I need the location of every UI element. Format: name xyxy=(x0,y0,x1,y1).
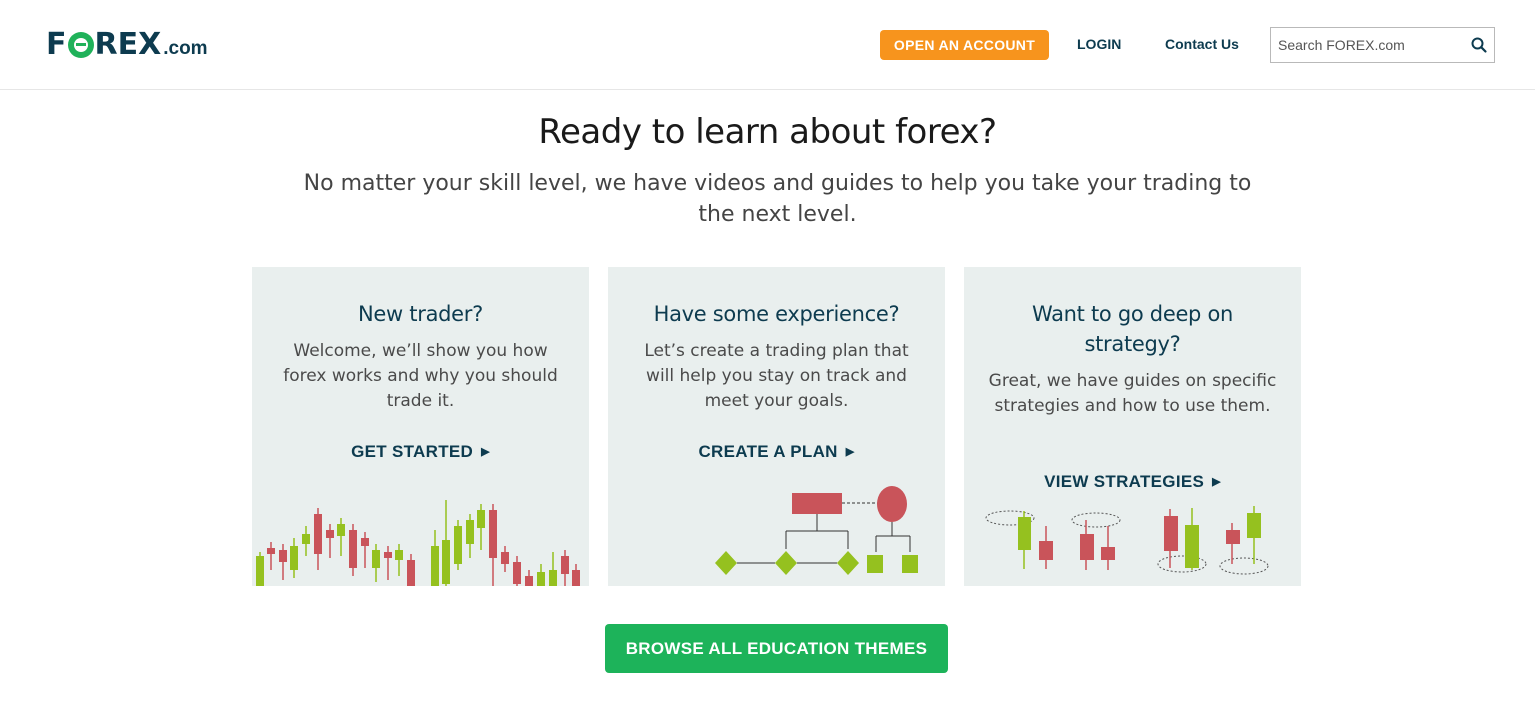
candle-body xyxy=(513,562,521,584)
open-account-button[interactable]: OPEN AN ACCOUNT xyxy=(880,30,1049,60)
view-strategies-link[interactable]: VIEW STRATEGIES ▶ xyxy=(964,472,1301,492)
contact-us-link[interactable]: Contact Us xyxy=(1165,36,1239,52)
page-title: Ready to learn about forex? xyxy=(538,112,997,152)
browse-all-education-themes-button[interactable]: BROWSE ALL EDUCATION THEMES xyxy=(605,624,948,673)
candle-body xyxy=(537,572,545,586)
candle-body xyxy=(525,576,533,586)
flowchart-illustration xyxy=(715,486,918,575)
candle-body xyxy=(454,526,462,564)
card-deep-strategy: Want to go deep on strategy? Great, we h… xyxy=(964,267,1301,586)
candle-body xyxy=(290,546,298,570)
candle-body xyxy=(561,556,569,574)
candle-body xyxy=(431,546,439,586)
candle-body xyxy=(337,524,345,536)
card-title: Want to go deep on strategy? xyxy=(1031,302,1234,356)
candle-body xyxy=(407,560,415,586)
candle-body xyxy=(267,548,275,554)
open-account-label: OPEN AN ACCOUNT xyxy=(893,37,1036,53)
play-arrow-icon: ▶ xyxy=(1212,476,1221,488)
candle-body xyxy=(279,550,287,562)
candle-body xyxy=(572,570,580,586)
card-title: New trader? xyxy=(358,302,483,326)
card-new-trader: New trader? Welcome, we’ll show you how … xyxy=(252,267,589,586)
site-header: F REX .com OPEN AN ACCOUNT LOGIN Contact… xyxy=(0,0,1535,90)
browse-all-label: BROWSE ALL EDUCATION THEMES xyxy=(625,638,928,658)
candle-body xyxy=(442,540,450,584)
logo-letters-rex: REX xyxy=(94,27,162,62)
candle-body xyxy=(326,530,334,538)
page-subtitle: No matter your skill level, we have vide… xyxy=(303,171,1252,227)
forex-logo[interactable]: F REX .com xyxy=(46,27,208,63)
get-started-link[interactable]: GET STARTED ▶ xyxy=(252,442,589,462)
card-title: Have some experience? xyxy=(653,302,900,326)
card-some-experience: Have some experience? Let’s create a tra… xyxy=(608,267,945,586)
candle-body xyxy=(395,550,403,560)
candle-body xyxy=(302,534,310,544)
logo-wordmark: F REX xyxy=(46,27,161,63)
logo-o-icon xyxy=(67,32,94,58)
candle-body xyxy=(256,556,264,586)
card-description: Great, we have guides on specific strate… xyxy=(988,371,1277,416)
candle-body xyxy=(361,538,369,546)
search-icon[interactable] xyxy=(1470,36,1488,54)
search-input[interactable] xyxy=(1271,28,1461,62)
candle-body xyxy=(489,510,497,558)
candle-body xyxy=(501,552,509,564)
logo-letter-f: F xyxy=(46,27,67,62)
candle-body xyxy=(372,550,380,568)
card-description: Let’s create a trading plan that will he… xyxy=(644,341,909,411)
card-description: Welcome, we’ll show you how forex works … xyxy=(283,341,558,411)
candle-body xyxy=(477,510,485,528)
create-a-plan-label: CREATE A PLAN xyxy=(698,442,838,461)
candle-body xyxy=(314,514,322,554)
view-strategies-label: VIEW STRATEGIES xyxy=(1044,472,1205,491)
candlestick-patterns-illustration xyxy=(985,506,1269,575)
candle-body xyxy=(549,570,557,586)
candle-body xyxy=(466,520,474,544)
search-box xyxy=(1270,27,1495,63)
candle-body xyxy=(384,552,392,558)
get-started-label: GET STARTED xyxy=(351,442,474,461)
play-arrow-icon: ▶ xyxy=(845,446,855,458)
candlestick-chart-illustration xyxy=(256,500,580,586)
play-arrow-icon: ▶ xyxy=(481,446,490,458)
create-a-plan-link[interactable]: CREATE A PLAN ▶ xyxy=(608,442,945,462)
login-link[interactable]: LOGIN xyxy=(1077,36,1121,52)
candle-body xyxy=(349,530,357,568)
logo-domain-suffix: .com xyxy=(163,38,208,59)
